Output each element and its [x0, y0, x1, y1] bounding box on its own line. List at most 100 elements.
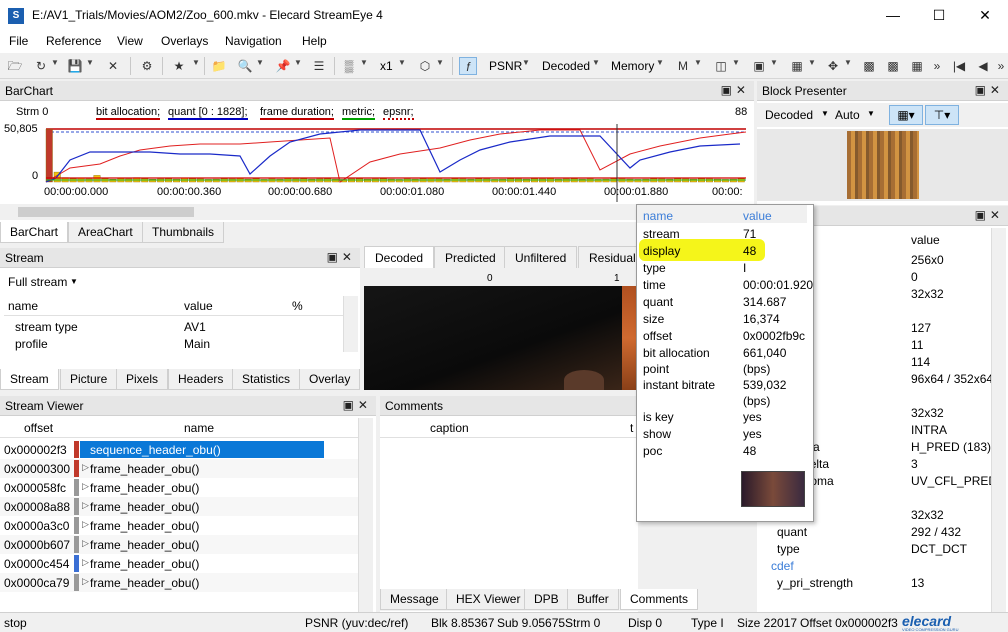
menu-help[interactable]: Help — [302, 34, 327, 48]
column-header-value[interactable]: value — [184, 299, 213, 313]
reload-icon[interactable]: ↻ — [32, 57, 50, 75]
decoded-dropdown-icon[interactable]: ▼ — [592, 58, 600, 67]
panel-float-close-icons[interactable]: ▣✕ — [721, 83, 750, 97]
table-row[interactable]: 0x00008a88 ▷ frame_header_obu() — [0, 497, 358, 516]
tree-toggle-icon[interactable]: ⊤▾ — [925, 105, 959, 125]
tab-comments[interactable]: Comments — [620, 589, 699, 610]
psnr-dropdown-icon[interactable]: ▼ — [522, 58, 530, 67]
cube-icon[interactable]: ⬡ — [416, 57, 434, 75]
block-mode-dropdown-icon[interactable]: ▼ — [821, 109, 829, 118]
legend-quant[interactable]: quant [0 : 1828]; — [168, 106, 248, 120]
table-row[interactable]: 0x000058fc ▷ frame_header_obu() — [0, 478, 358, 497]
menu-overlays[interactable]: Overlays — [161, 34, 208, 48]
layout-icon[interactable]: ▣ — [750, 57, 768, 75]
settings-icon[interactable]: ⚙ — [138, 57, 156, 75]
tab-stream[interactable]: Stream — [0, 369, 59, 390]
decoded-button[interactable]: Decoded — [542, 59, 590, 73]
block-scale-select[interactable]: Auto — [835, 108, 860, 122]
tab-hex-viewer[interactable]: HEX Viewer — [446, 589, 531, 610]
formula-icon[interactable]: f — [459, 57, 477, 75]
bar-chart-icon[interactable]: ▒ — [340, 57, 358, 75]
column-header-time[interactable]: t — [630, 421, 633, 435]
property-row[interactable]: quant 292 / 432 — [757, 524, 991, 541]
grid-icon[interactable]: ▦ — [788, 57, 806, 75]
blocks-icon[interactable]: ▩ — [860, 57, 878, 75]
menu-navigation[interactable]: Navigation — [225, 34, 282, 48]
add-folder-icon[interactable]: 📁 — [210, 57, 228, 75]
open-icon[interactable]: 🗁 — [6, 57, 24, 75]
expand-icon[interactable]: ▷ — [82, 519, 89, 530]
table-row[interactable]: 0x0000b607 ▷ frame_header_obu() — [0, 535, 358, 554]
tab-message[interactable]: Message — [380, 589, 449, 610]
expand-icon[interactable]: ▷ — [82, 576, 89, 587]
pin-icon[interactable]: 📌 — [274, 57, 292, 75]
property-row[interactable]: cdef — [757, 558, 991, 575]
table-row[interactable]: 0x0000ca79 ▷ frame_header_obu() — [0, 573, 358, 592]
column-header-name[interactable]: name — [184, 421, 214, 435]
layout-dropdown-icon[interactable]: ▼ — [770, 58, 778, 67]
tab-thumbnails[interactable]: Thumbnails — [142, 222, 225, 243]
tab-predicted[interactable]: Predicted — [434, 246, 507, 268]
legend-metric[interactable]: metric; — [342, 106, 375, 120]
decoded-frame-image[interactable] — [364, 286, 622, 390]
expand-icon[interactable]: ▷ — [82, 500, 89, 511]
bit-allocation-bar[interactable] — [45, 128, 53, 183]
panel-float-close-icons[interactable]: ▣✕ — [975, 83, 1004, 97]
macroblock-icon[interactable]: M — [674, 57, 692, 75]
bit-allocation-bar[interactable] — [93, 175, 101, 183]
bar-chart-dropdown-icon[interactable]: ▼ — [360, 58, 368, 67]
table-row[interactable]: 0x0000c454 ▷ frame_header_obu() — [0, 554, 358, 573]
menu-view[interactable]: View — [117, 34, 143, 48]
equalizer-icon[interactable]: ☰ — [310, 57, 328, 75]
arrows-icon[interactable]: ✥ — [824, 57, 842, 75]
multiplier-value[interactable]: x1 — [380, 59, 393, 73]
macroblock-dropdown-icon[interactable]: ▼ — [694, 58, 702, 67]
search-dropdown-icon[interactable]: ▼ — [256, 58, 264, 67]
menu-file[interactable]: File — [9, 34, 28, 48]
table-row[interactable]: 0x0000a3c0 ▷ frame_header_obu() — [0, 516, 358, 535]
save-icon[interactable]: 💾 — [66, 57, 84, 75]
pin-dropdown-icon[interactable]: ▼ — [294, 58, 302, 67]
app-icon[interactable]: S — [8, 8, 24, 24]
prev-frame-icon[interactable]: ◀ — [974, 57, 992, 75]
properties-scrollbar[interactable] — [991, 228, 1006, 612]
search-icon[interactable]: 🔍 — [236, 57, 254, 75]
tab-pixels[interactable]: Pixels — [116, 369, 169, 390]
psnr-button[interactable]: PSNR — [489, 59, 522, 73]
legend-bit-allocation[interactable]: bit allocation; — [96, 106, 161, 120]
column-header-value[interactable]: value — [911, 233, 940, 247]
column-header-caption[interactable]: caption — [430, 421, 469, 435]
table-row[interactable]: 0x000002f3 sequence_header_obu() — [0, 440, 358, 459]
expand-icon[interactable]: ▷ — [82, 462, 89, 473]
tab-picture[interactable]: Picture — [60, 369, 118, 390]
panel-float-close-icons[interactable]: ▣✕ — [343, 398, 372, 412]
tab-buffer[interactable]: Buffer — [567, 589, 619, 610]
maximize-icon[interactable]: ☐ — [916, 0, 962, 31]
close-file-icon[interactable]: ✕ — [104, 57, 122, 75]
save-dropdown-icon[interactable]: ▼ — [86, 58, 94, 67]
expand-icon[interactable]: ▷ — [82, 481, 89, 492]
block-thumbnail-image[interactable] — [847, 131, 919, 199]
more-right-icon[interactable]: » — [992, 57, 1008, 75]
column-header-offset[interactable]: offset — [24, 421, 53, 435]
analyze-dropdown-icon[interactable]: ▼ — [192, 58, 200, 67]
stream-selector[interactable]: Full stream — [8, 275, 67, 289]
arrows-dropdown-icon[interactable]: ▼ — [844, 58, 852, 67]
table-icon[interactable]: ▦ — [908, 57, 926, 75]
tab-unfiltered[interactable]: Unfiltered — [504, 246, 578, 268]
memory-dropdown-icon[interactable]: ▼ — [656, 58, 664, 67]
tab-barchart[interactable]: BarChart — [0, 222, 69, 243]
legend-epsnr[interactable]: epsnr; — [383, 106, 414, 120]
tiles-icon[interactable]: ▩ — [884, 57, 902, 75]
tab-decoded[interactable]: Decoded — [364, 246, 435, 268]
grid-dropdown-icon[interactable]: ▼ — [808, 58, 816, 67]
tab-dpb[interactable]: DPB — [524, 589, 569, 610]
expand-icon[interactable]: ▷ — [82, 538, 89, 549]
multiplier-dropdown-icon[interactable]: ▼ — [398, 58, 406, 67]
split-icon[interactable]: ◫ — [712, 57, 730, 75]
tab-headers[interactable]: Headers — [168, 369, 234, 390]
panel-float-close-icons[interactable]: ▣✕ — [327, 250, 356, 264]
menu-reference[interactable]: Reference — [46, 34, 101, 48]
scrollbar-thumb[interactable] — [18, 207, 194, 217]
stream-viewer-scrollbar[interactable] — [358, 418, 373, 612]
